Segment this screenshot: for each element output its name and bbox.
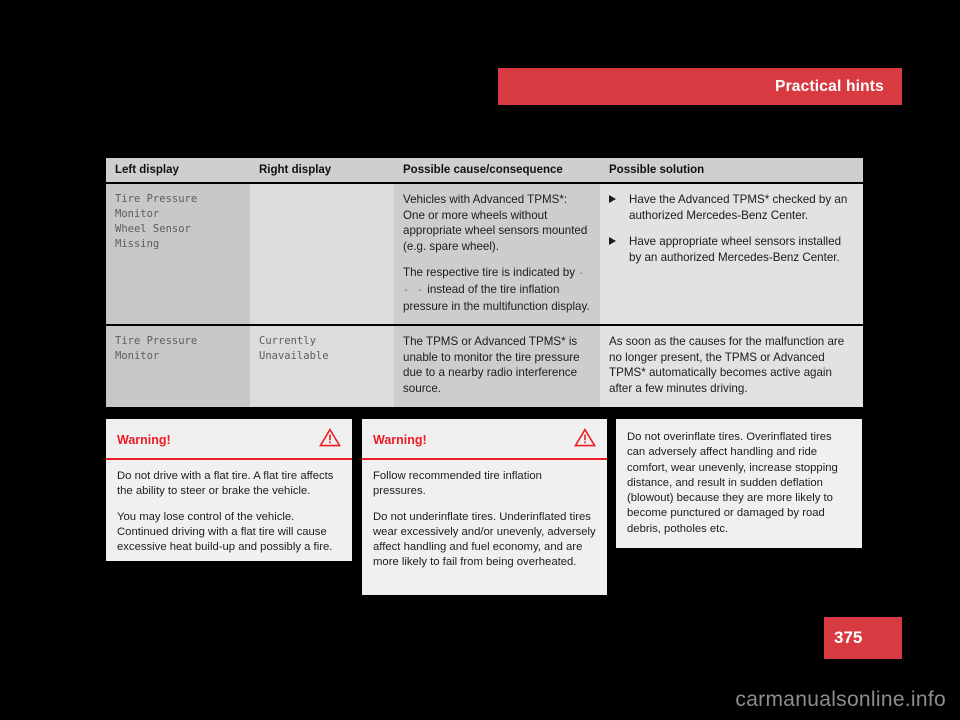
- warning-box-header: Warning!: [106, 419, 352, 460]
- solution-list: Have the Advanced TPMS* checked by an au…: [609, 192, 854, 265]
- cause-paragraph-1: Vehicles with Advanced TPMS*: One or mor…: [403, 193, 588, 253]
- table-row: Tire Pressure Monitor Wheel Sensor Missi…: [106, 183, 863, 327]
- page-number-badge: 375: [824, 617, 902, 659]
- info-paragraph: Do not overinflate tires. Overinflated t…: [627, 431, 838, 535]
- column-header-possible-solution: Possible solution: [600, 158, 863, 184]
- solution-text: As soon as the causes for the malfunctio…: [609, 335, 845, 395]
- warning-paragraph: Do not underinflate tires. Underinflated…: [373, 510, 596, 569]
- warning-triangle-icon: [318, 428, 342, 452]
- triangle-bullet-icon: [609, 237, 616, 246]
- fault-message-table: Left display Right display Possible caus…: [106, 158, 863, 409]
- cell-right-display: Currently Unavailable: [250, 325, 394, 409]
- warning-paragraph: Do not drive with a flat tire. A flat ti…: [117, 470, 334, 498]
- info-box-body: Do not overinflate tires. Overinflated t…: [616, 419, 862, 547]
- watermark: carmanualsonline.info: [735, 688, 946, 711]
- cell-right-display: [250, 183, 394, 327]
- warning-label: Warning!: [117, 433, 171, 447]
- column-header-possible-cause: Possible cause/consequence: [394, 158, 600, 184]
- section-header-bar: Practical hints: [498, 68, 902, 105]
- cell-left-display: Tire Pressure Monitor: [106, 325, 250, 409]
- cell-possible-cause: Vehicles with Advanced TPMS*: One or mor…: [394, 183, 600, 327]
- cause-paragraph-2: The respective tire is indicated by - - …: [403, 265, 591, 314]
- page-number: 375: [834, 628, 863, 647]
- cause-text-post: instead of the tire inflation pressure i…: [403, 282, 590, 313]
- list-item: Have appropriate wheel sensors installed…: [609, 234, 854, 265]
- cell-possible-cause: The TPMS or Advanced TPMS* is unable to …: [394, 325, 600, 409]
- warning-label: Warning!: [373, 433, 427, 447]
- warning-box-header: Warning!: [362, 419, 607, 460]
- warning-box: Warning! Do not drive with a flat tire. …: [106, 419, 352, 561]
- solution-text: Have appropriate wheel sensors installed…: [629, 235, 842, 264]
- column-header-right-display: Right display: [250, 158, 394, 184]
- solution-text: Have the Advanced TPMS* checked by an au…: [629, 193, 848, 222]
- cell-possible-solution: Have the Advanced TPMS* checked by an au…: [600, 183, 863, 327]
- cell-possible-solution: As soon as the causes for the malfunctio…: [600, 325, 863, 409]
- info-box: Do not overinflate tires. Overinflated t…: [616, 419, 862, 548]
- warning-paragraph: Follow recommended tire inflation pressu…: [373, 470, 542, 498]
- warning-box-body: Do not drive with a flat tire. A flat ti…: [106, 460, 352, 565]
- cause-paragraph-1: The TPMS or Advanced TPMS* is unable to …: [403, 335, 580, 395]
- warning-paragraph: You may lose control of the vehicle. Con…: [117, 510, 333, 554]
- list-item: Have the Advanced TPMS* checked by an au…: [609, 192, 854, 223]
- table-row: Tire Pressure Monitor Currently Unavaila…: [106, 325, 863, 409]
- table-header-row: Left display Right display Possible caus…: [106, 158, 863, 184]
- triangle-bullet-icon: [609, 195, 616, 203]
- warning-box-body: Follow recommended tire inflation pressu…: [362, 460, 607, 581]
- cell-left-display: Tire Pressure Monitor Wheel Sensor Missi…: [106, 183, 250, 327]
- right-display-text: Currently Unavailable: [259, 335, 329, 363]
- left-display-text: Tire Pressure Monitor Wheel Sensor Missi…: [115, 193, 198, 250]
- page-title: Practical hints: [775, 77, 884, 95]
- warning-box: Warning! Follow recommended tire inflati…: [362, 419, 607, 595]
- left-display-text: Tire Pressure Monitor: [115, 335, 198, 363]
- cause-text-pre: The respective tire is indicated by: [403, 266, 576, 280]
- column-header-left-display: Left display: [106, 158, 250, 184]
- warning-triangle-icon: [573, 428, 597, 452]
